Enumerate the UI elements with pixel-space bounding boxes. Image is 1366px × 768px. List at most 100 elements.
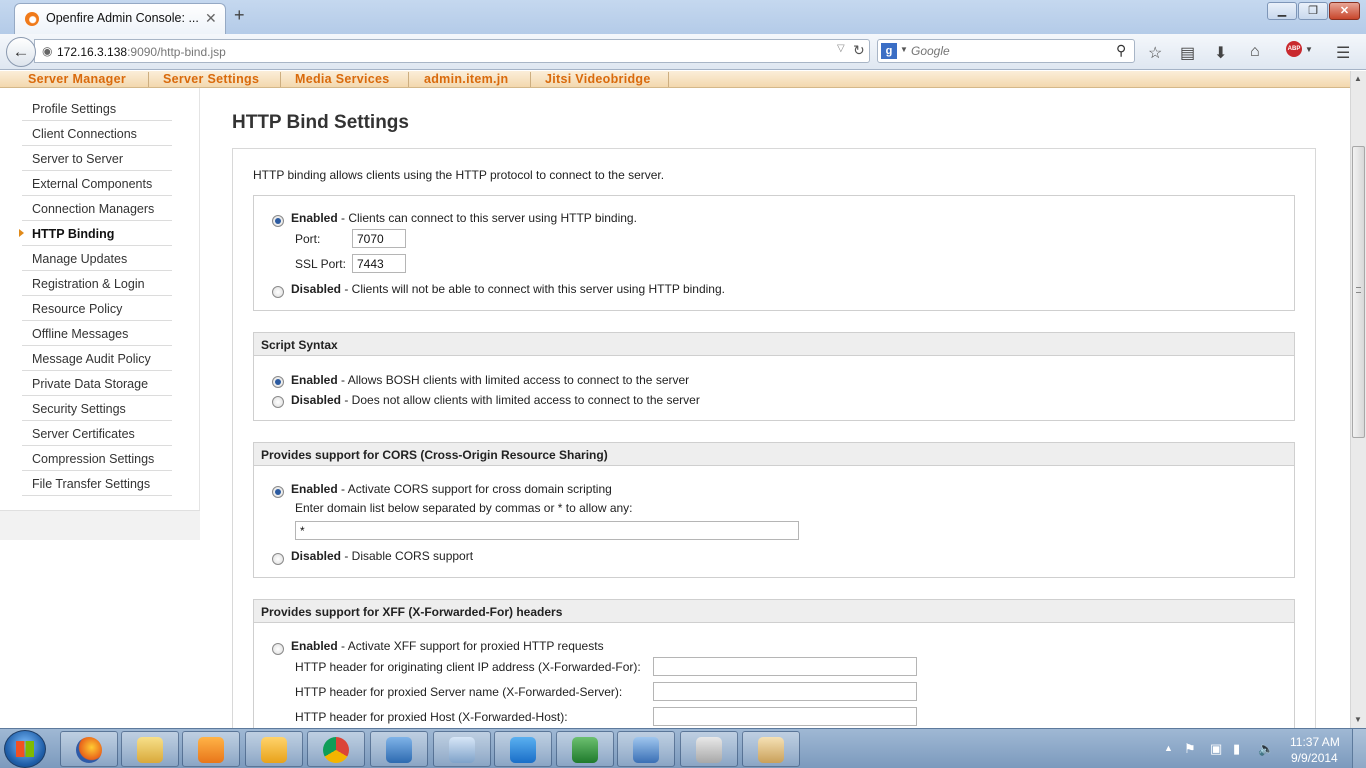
cors-disabled-option[interactable]: Disabled - Disable CORS support	[291, 549, 473, 563]
sidebar-item-private-data-storage[interactable]: Private Data Storage	[22, 371, 172, 396]
bookmark-star-icon[interactable]: ☆	[1148, 43, 1162, 63]
tab-admin-item[interactable]: admin.item.jn	[424, 71, 508, 88]
cors-enabled-radio[interactable]	[272, 486, 284, 498]
google-engine-icon[interactable]: g	[881, 43, 897, 59]
network-icon[interactable]: ▮	[1233, 741, 1240, 757]
xff-enabled-option[interactable]: Enabled - Activate XFF support for proxi…	[291, 639, 604, 653]
binding-enabled-radio[interactable]	[272, 215, 284, 227]
page-title: HTTP Bind Settings	[232, 112, 409, 133]
sidebar-item-label: Connection Managers	[32, 202, 155, 216]
sidebar-item-label: Server Certificates	[32, 427, 135, 441]
spark-icon	[633, 737, 659, 763]
search-input[interactable]	[911, 42, 1111, 60]
tab-close-icon[interactable]: ✕	[205, 10, 217, 27]
xff-host-input[interactable]	[653, 707, 917, 726]
windows-logo-icon	[16, 741, 34, 757]
start-button[interactable]	[4, 730, 46, 768]
sidebar-item-compression-settings[interactable]: Compression Settings	[22, 446, 172, 471]
sidebar-item-connection-managers[interactable]: Connection Managers	[22, 196, 172, 221]
cors-domain-input[interactable]	[295, 521, 799, 540]
cors-enabled-option[interactable]: Enabled - Activate CORS support for cros…	[291, 482, 612, 496]
scrollbar-thumb[interactable]	[1352, 146, 1365, 438]
show-desktop-button[interactable]	[1352, 729, 1366, 768]
home-icon[interactable]: ⌂	[1250, 43, 1260, 61]
window-close-button[interactable]: ✕	[1329, 2, 1360, 20]
taskbar-explorer[interactable]	[121, 731, 179, 767]
ssl-port-input[interactable]	[352, 254, 406, 273]
url-text[interactable]: 172.16.3.138:9090/http-bind.jsp	[57, 45, 226, 59]
sidebar-item-server-to-server[interactable]: Server to Server	[22, 146, 172, 171]
taskbar-teamviewer[interactable]	[494, 731, 552, 767]
taskbar-paint[interactable]	[742, 731, 800, 767]
tray-flag-icon[interactable]: ⚑	[1184, 741, 1196, 757]
tab-media-services[interactable]: Media Services	[295, 71, 390, 88]
outlook-icon	[261, 737, 287, 763]
script-disabled-option[interactable]: Disabled - Does not allow clients with l…	[291, 393, 700, 407]
scroll-up-arrow-icon[interactable]: ▲	[1354, 74, 1362, 83]
taskbar-keys-tool[interactable]	[680, 731, 738, 767]
binding-disabled-option[interactable]: Disabled - Clients will not be able to c…	[291, 282, 725, 296]
sidebar-item-security-settings[interactable]: Security Settings	[22, 396, 172, 421]
menu-icon[interactable]: ☰	[1336, 43, 1350, 63]
new-tab-button[interactable]: +	[234, 5, 245, 26]
xff-enabled-radio[interactable]	[272, 643, 284, 655]
taskbar-virtualbox[interactable]	[370, 731, 428, 767]
binding-disabled-radio[interactable]	[272, 286, 284, 298]
adblock-icon[interactable]: ABP	[1286, 41, 1302, 57]
tab-server-settings[interactable]: Server Settings	[163, 71, 259, 88]
cors-disabled-radio[interactable]	[272, 553, 284, 565]
scroll-down-arrow-icon[interactable]: ▼	[1354, 715, 1362, 724]
adblock-dropdown-icon[interactable]: ▼	[1305, 45, 1313, 54]
tab-server-manager[interactable]: Server Manager	[28, 71, 126, 88]
sidebar-item-label: Profile Settings	[32, 102, 117, 116]
tray-device-icon[interactable]: ▣	[1210, 741, 1222, 757]
sidebar-item-http-binding[interactable]: HTTP Binding	[19, 221, 172, 246]
sidebar-item-offline-messages[interactable]: Offline Messages	[22, 321, 172, 346]
search-bar[interactable]: g ▼ ⚲	[877, 39, 1135, 63]
bookmarks-list-icon[interactable]: ▤	[1180, 43, 1195, 63]
script-disabled-radio[interactable]	[272, 396, 284, 408]
browser-tab[interactable]: Openfire Admin Console: ... ✕	[14, 3, 226, 34]
clock-time[interactable]: 11:37 AM	[1290, 735, 1340, 749]
reload-icon[interactable]: ↻	[853, 42, 865, 59]
url-history-dropdown-icon[interactable]: ▽	[837, 43, 845, 54]
taskbar-excel[interactable]	[556, 731, 614, 767]
taskbar-remote-desktop[interactable]	[433, 731, 491, 767]
window-minimize-button[interactable]: ▁	[1267, 2, 1297, 20]
engine-dropdown-icon[interactable]: ▼	[900, 45, 908, 54]
sidebar-item-file-transfer-settings[interactable]: File Transfer Settings	[22, 471, 172, 496]
back-button[interactable]: ←	[6, 37, 36, 67]
downloads-icon[interactable]: ⬇	[1214, 43, 1227, 63]
option-desc: - Activate XFF support for proxied HTTP …	[337, 639, 604, 653]
taskbar-chrome[interactable]	[307, 731, 365, 767]
script-enabled-radio[interactable]	[272, 376, 284, 388]
taskbar-firefox[interactable]	[60, 731, 118, 767]
taskbar-media-player[interactable]	[182, 731, 240, 767]
taskbar-outlook[interactable]	[245, 731, 303, 767]
volume-muted-icon[interactable]: 🔈	[1258, 741, 1274, 757]
sidebar-item-server-certificates[interactable]: Server Certificates	[22, 421, 172, 446]
tab-jitsi-videobridge[interactable]: Jitsi Videobridge	[545, 71, 651, 88]
sidebar-item-profile-settings[interactable]: Profile Settings	[22, 96, 172, 121]
xff-client-ip-input[interactable]	[653, 657, 917, 676]
script-enabled-option[interactable]: Enabled - Allows BOSH clients with limit…	[291, 373, 689, 387]
sidebar-item-resource-policy[interactable]: Resource Policy	[22, 296, 172, 321]
taskbar-spark[interactable]	[617, 731, 675, 767]
window-restore-button[interactable]: ❐	[1298, 2, 1328, 20]
sidebar-item-label: Security Settings	[32, 402, 126, 416]
tray-expand-icon[interactable]: ▲	[1164, 743, 1173, 753]
http-binding-box: Enabled - Clients can connect to this se…	[253, 195, 1295, 311]
sidebar-item-registration-login[interactable]: Registration & Login	[22, 271, 172, 296]
sidebar-item-external-components[interactable]: External Components	[22, 171, 172, 196]
sidebar-item-message-audit-policy[interactable]: Message Audit Policy	[22, 346, 172, 371]
url-bar[interactable]: ◉ 172.16.3.138:9090/http-bind.jsp ▽ ↻	[34, 39, 870, 63]
vertical-scrollbar[interactable]: ▲ ▼	[1350, 71, 1366, 728]
sidebar-item-manage-updates[interactable]: Manage Updates	[22, 246, 172, 271]
port-input[interactable]	[352, 229, 406, 248]
clock-date[interactable]: 9/9/2014	[1291, 751, 1338, 765]
sidebar: Profile Settings Client Connections Serv…	[0, 88, 200, 540]
sidebar-item-client-connections[interactable]: Client Connections	[22, 121, 172, 146]
xff-server-input[interactable]	[653, 682, 917, 701]
binding-enabled-option[interactable]: Enabled - Clients can connect to this se…	[291, 211, 637, 225]
search-magnifier-icon[interactable]: ⚲	[1116, 42, 1126, 59]
